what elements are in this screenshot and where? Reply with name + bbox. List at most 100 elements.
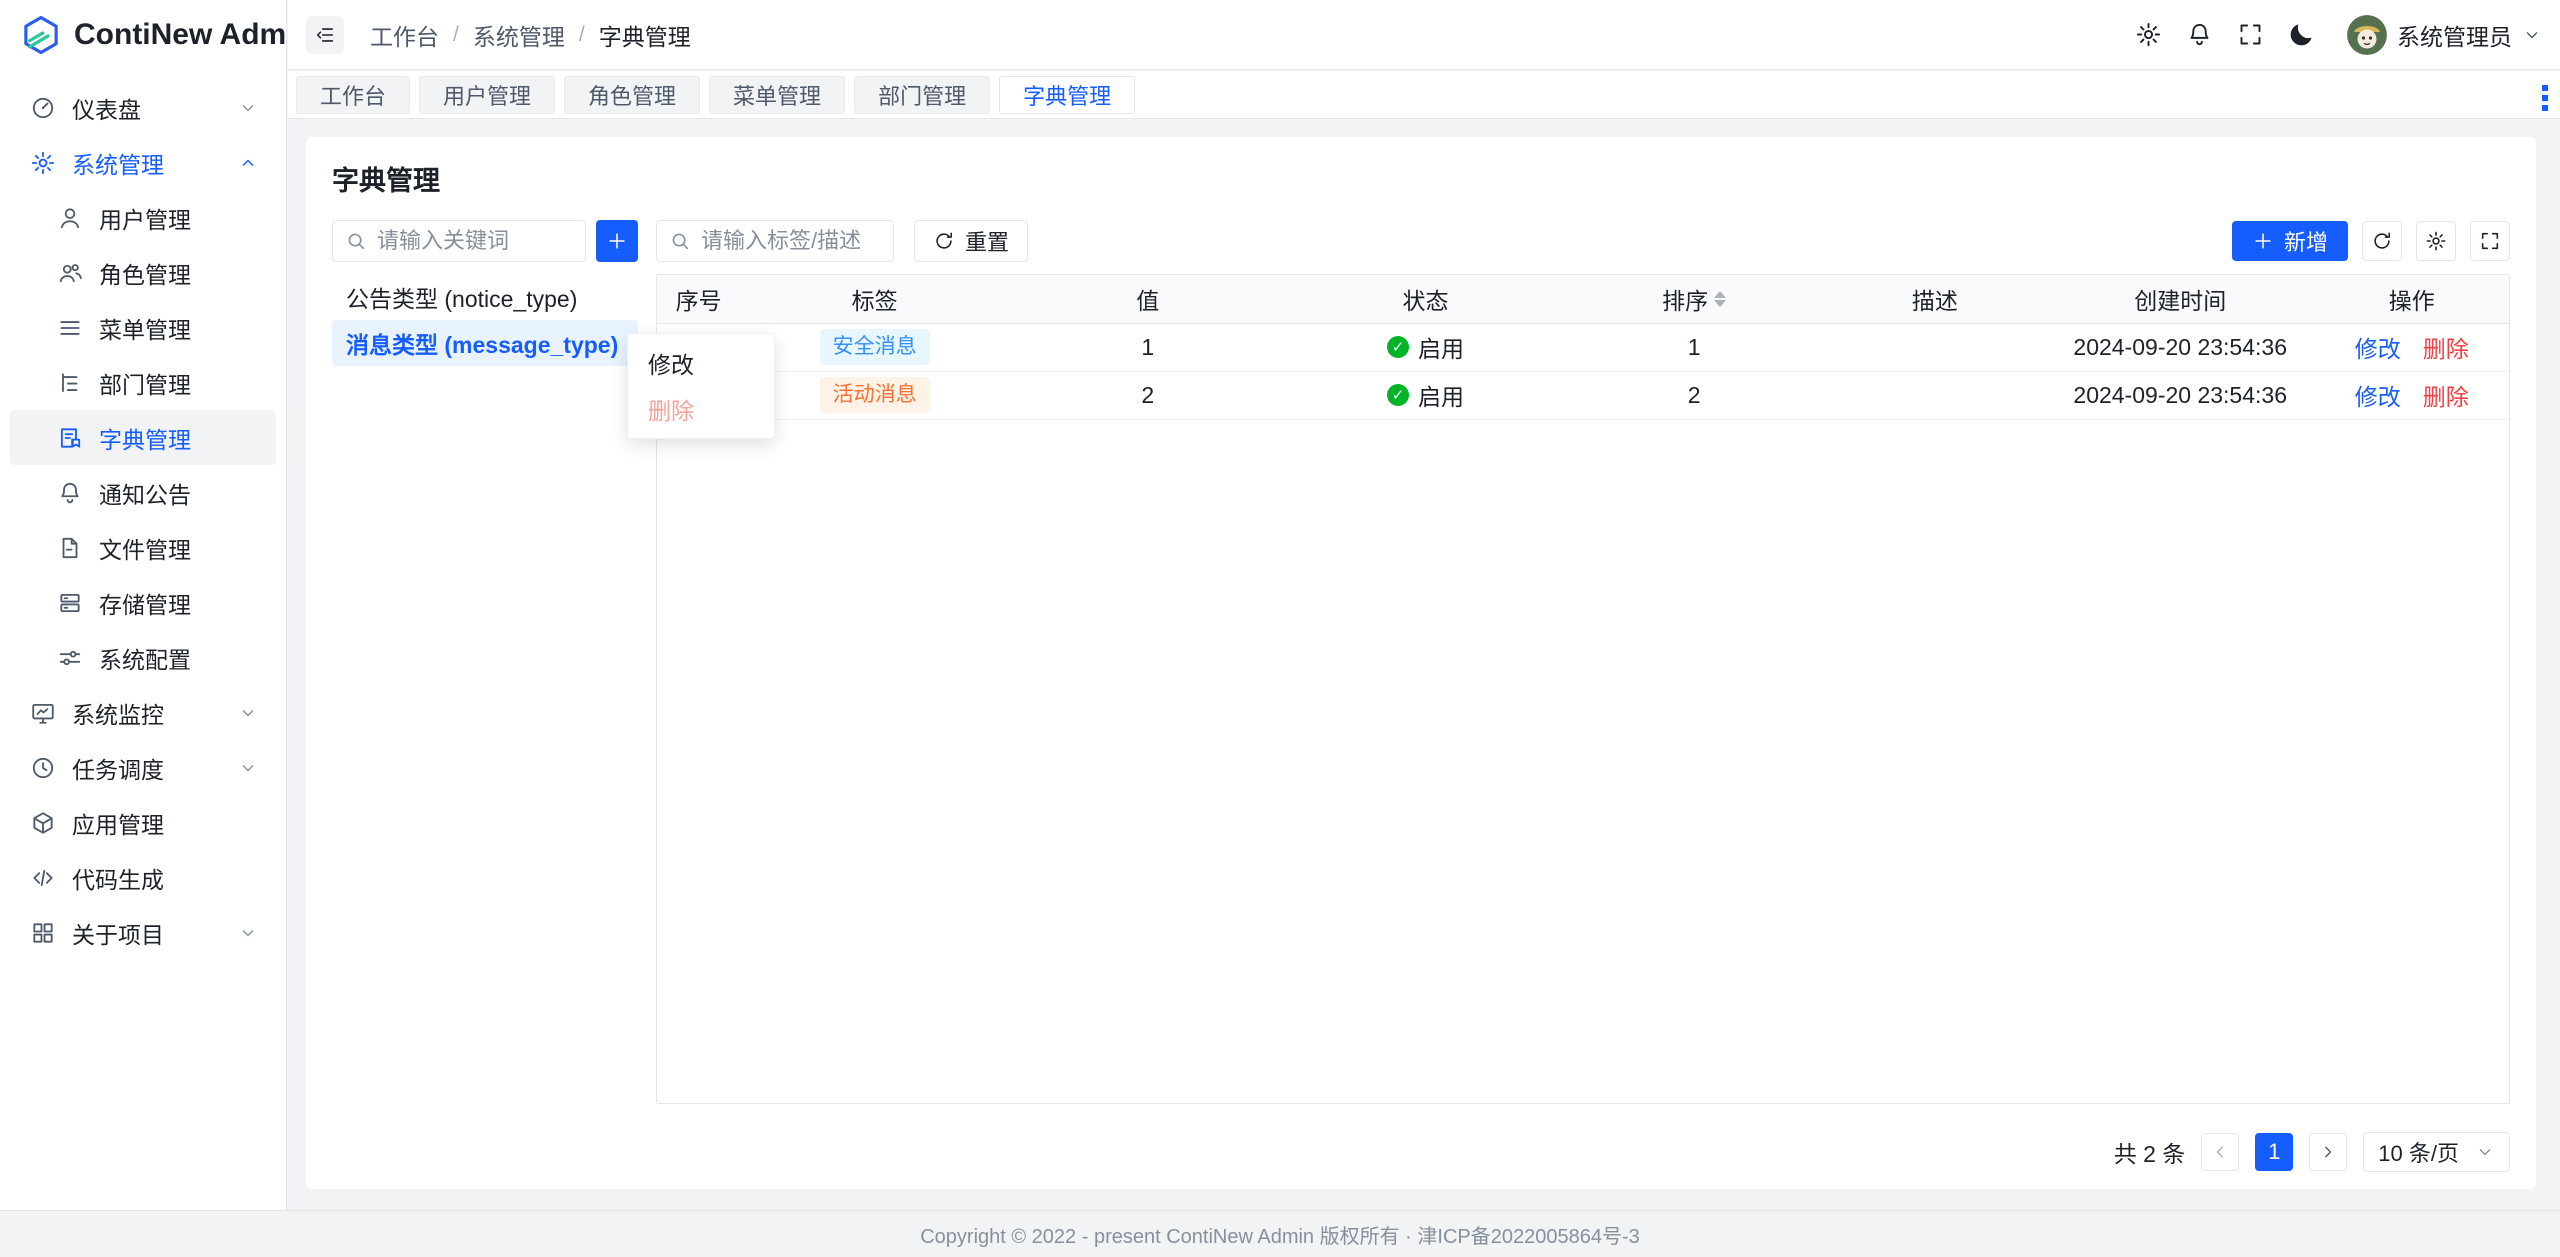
cell-value: 1 (1009, 323, 1287, 371)
edit-link[interactable]: 修改 (2355, 336, 2401, 362)
context-menu-delete[interactable]: 删除 (628, 386, 774, 432)
breadcrumb-separator: / (579, 23, 585, 47)
sort-control[interactable]: 排序 (1662, 282, 1726, 316)
settings-button[interactable] (2135, 21, 2162, 48)
gear-icon (2425, 230, 2447, 252)
status-label: 启用 (1418, 330, 1464, 364)
sidebar-item-role-management[interactable]: 角色管理 (10, 245, 276, 300)
dark-mode-toggle[interactable] (2288, 21, 2315, 48)
chevron-down-icon (238, 703, 258, 723)
tab-bar: 工作台 用户管理 角色管理 菜单管理 部门管理 字典管理 (288, 71, 2560, 119)
cell-description (1824, 371, 2046, 419)
dictionary-icon (57, 425, 83, 451)
dict-management-card: 字典管理 (306, 137, 2536, 1189)
sidebar-item-task-schedule[interactable]: 任务调度 (10, 740, 276, 795)
sidebar-item-dept-management[interactable]: 部门管理 (10, 355, 276, 410)
user-icon (57, 205, 83, 231)
cell-status: ✓ 启用 (1287, 371, 1565, 419)
item-search-input[interactable] (701, 228, 881, 254)
sidebar-item-label: 通知公告 (99, 476, 191, 510)
total-count: 共 2 条 (2114, 1135, 2186, 1169)
dict-type-item-message[interactable]: 消息类型 (message_type) (332, 320, 638, 366)
tag-badge: 活动消息 (820, 377, 930, 412)
gear-icon (30, 150, 56, 176)
dict-type-label: 公告类型 (notice_type) (346, 280, 577, 314)
sidebar-item-about-project[interactable]: 关于项目 (10, 905, 276, 960)
app-title: ContiNew Admin (74, 18, 313, 52)
user-name: 系统管理员 (2397, 18, 2512, 52)
sidebar-collapse-button[interactable] (306, 16, 344, 54)
table-fullscreen-button[interactable] (2470, 221, 2510, 261)
fullscreen-button[interactable] (2237, 21, 2264, 48)
add-dict-button[interactable] (596, 220, 638, 262)
tab-label: 字典管理 (1023, 79, 1111, 111)
sidebar-item-label: 应用管理 (72, 806, 164, 840)
delete-link[interactable]: 删除 (2423, 336, 2469, 362)
sidebar-item-user-management[interactable]: 用户管理 (10, 190, 276, 245)
cell-value: 2 (1009, 371, 1287, 419)
storage-icon (57, 590, 83, 616)
dict-type-item-notice[interactable]: 公告类型 (notice_type) (332, 274, 638, 320)
tab-workbench[interactable]: 工作台 (296, 76, 410, 114)
column-header-status: 状态 (1287, 275, 1565, 323)
edit-link[interactable]: 修改 (2355, 384, 2401, 410)
sidebar-menu: 仪表盘 系统管理 用户管理 角色管理 菜单管理 部门管 (0, 70, 286, 960)
code-icon (30, 865, 56, 891)
page-size-select[interactable]: 10 条/页 (2363, 1132, 2510, 1172)
dict-list-toolbar (332, 220, 638, 262)
add-button-label: 新增 (2284, 225, 2328, 257)
search-icon (669, 230, 691, 252)
sidebar-item-notice[interactable]: 通知公告 (10, 465, 276, 520)
chevron-down-icon (238, 98, 258, 118)
prev-page-button[interactable] (2201, 1133, 2239, 1171)
breadcrumb-item[interactable]: 工作台 (370, 18, 439, 52)
add-button[interactable]: 新增 (2232, 221, 2348, 261)
delete-link[interactable]: 删除 (2423, 384, 2469, 410)
app-window: ContiNew Admin 仪表盘 系统管理 用户管理 角色管理 (0, 0, 2560, 1257)
tag-badge: 安全消息 (820, 329, 930, 364)
tab-label: 用户管理 (443, 79, 531, 111)
sidebar-item-label: 系统配置 (99, 641, 191, 675)
breadcrumb-item[interactable]: 系统管理 (473, 18, 565, 52)
reset-button[interactable]: 重置 (914, 220, 1028, 262)
next-page-button[interactable] (2309, 1133, 2347, 1171)
breadcrumb-item-current: 字典管理 (599, 18, 691, 52)
page-number-button[interactable]: 1 (2255, 1133, 2293, 1171)
logo-row[interactable]: ContiNew Admin (0, 0, 286, 70)
cell-tag: 安全消息 (740, 323, 1009, 371)
sidebar-item-menu-management[interactable]: 菜单管理 (10, 300, 276, 355)
tab-role-management[interactable]: 角色管理 (564, 76, 700, 114)
refresh-table-button[interactable] (2362, 221, 2402, 261)
sidebar-item-label: 部门管理 (99, 366, 191, 400)
user-menu[interactable]: 系统管理员 (2347, 15, 2542, 55)
users-icon (57, 260, 83, 286)
tab-label: 角色管理 (588, 79, 676, 111)
tab-dept-management[interactable]: 部门管理 (854, 76, 990, 114)
sidebar-item-system-monitor[interactable]: 系统监控 (10, 685, 276, 740)
sidebar-item-system-config[interactable]: 系统配置 (10, 630, 276, 685)
sidebar-item-file-management[interactable]: 文件管理 (10, 520, 276, 575)
column-settings-button[interactable] (2416, 221, 2456, 261)
sidebar-item-system-management[interactable]: 系统管理 (10, 135, 276, 190)
sidebar-item-storage-management[interactable]: 存储管理 (10, 575, 276, 630)
notifications-button[interactable] (2186, 21, 2213, 48)
sidebar-item-label: 存储管理 (99, 586, 191, 620)
plus-icon (606, 230, 628, 252)
tab-label: 部门管理 (878, 79, 966, 111)
sidebar-item-dashboard[interactable]: 仪表盘 (10, 80, 276, 135)
tab-more-menu-icon[interactable] (2542, 85, 2548, 111)
tab-dict-management[interactable]: 字典管理 (999, 76, 1135, 114)
tab-user-management[interactable]: 用户管理 (419, 76, 555, 114)
sidebar-item-app-management[interactable]: 应用管理 (10, 795, 276, 850)
sidebar-item-dict-management[interactable]: 字典管理 (10, 410, 276, 465)
context-menu-edit[interactable]: 修改 (628, 340, 774, 386)
tab-menu-management[interactable]: 菜单管理 (709, 76, 845, 114)
sidebar-item-code-generation[interactable]: 代码生成 (10, 850, 276, 905)
dict-item-table: 序号 标签 值 状态 排序 描述 (656, 274, 2510, 1104)
dict-search-input[interactable] (377, 228, 573, 254)
page-size-value: 10 条/页 (2378, 1136, 2459, 1168)
main-content: 字典管理 (288, 120, 2560, 1210)
context-menu: 修改 删除 (627, 333, 775, 439)
chevron-left-icon (2210, 1142, 2230, 1162)
gear-icon (2135, 21, 2162, 48)
